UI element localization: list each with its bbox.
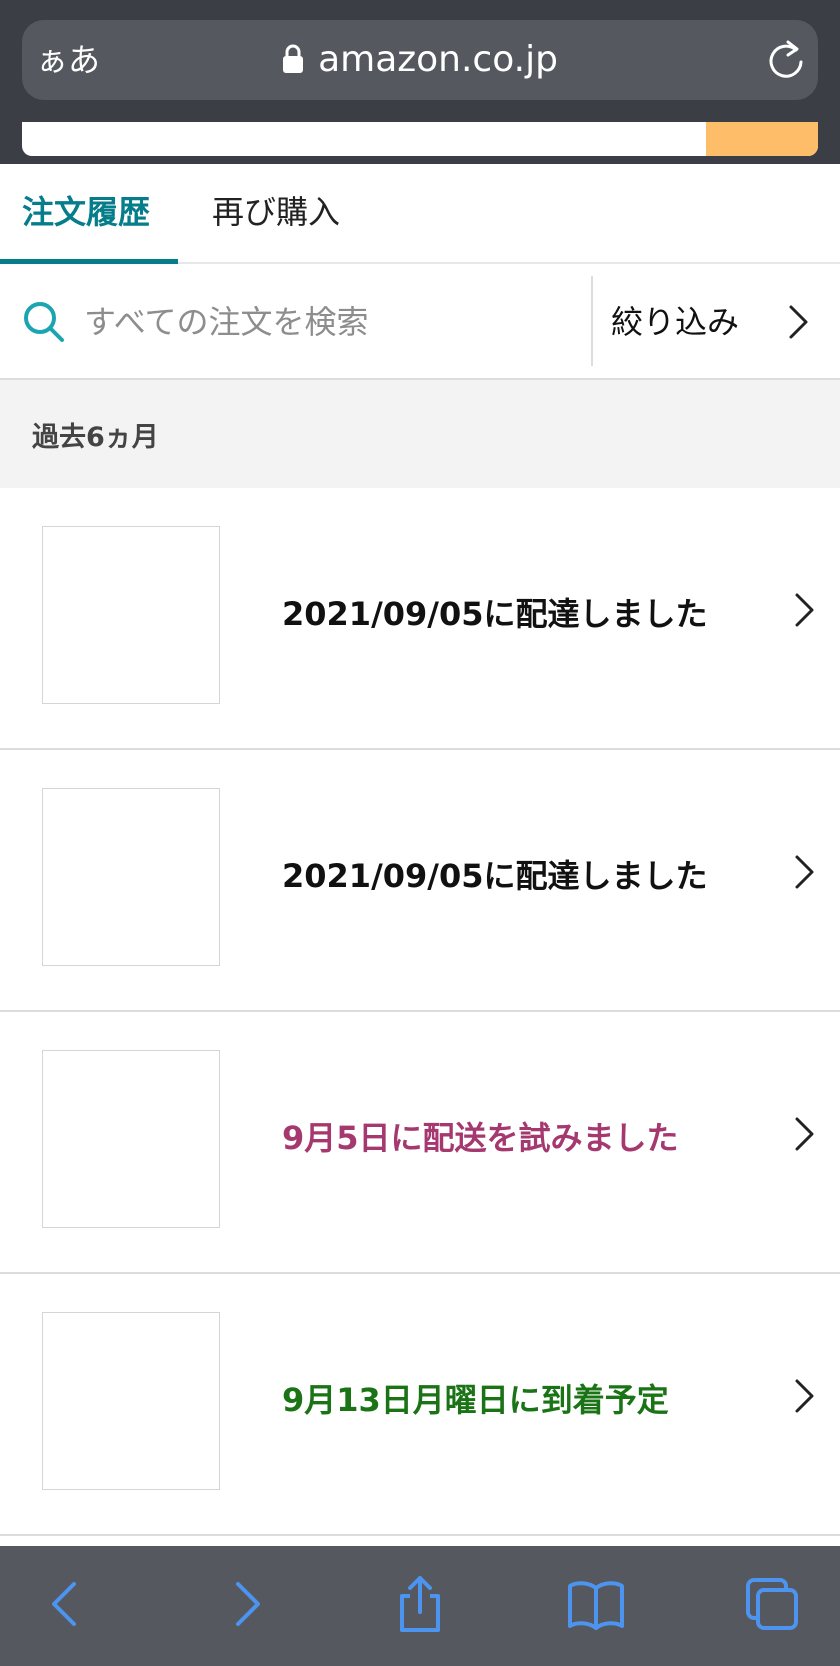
- order-search-row: 絞り込み: [0, 264, 840, 380]
- product-thumbnail: [42, 1312, 220, 1490]
- back-icon[interactable]: [36, 1574, 96, 1634]
- tab-order-history[interactable]: 注文履歴: [22, 190, 150, 234]
- chevron-right-icon: [795, 593, 814, 627]
- tab-label: 注文履歴: [22, 193, 151, 231]
- product-thumbnail: [42, 788, 220, 966]
- order-row[interactable]: 9月5日に配送を試みました: [0, 1012, 840, 1274]
- browser-top-bar: ぁあ amazon.co.jp: [0, 0, 840, 164]
- filter-label: 絞り込み: [611, 303, 740, 341]
- order-status: 2021/09/05に配達しました: [282, 595, 708, 633]
- filter-button[interactable]: 絞り込み: [593, 264, 840, 378]
- order-row[interactable]: 2021/09/05に配達しました: [0, 750, 840, 1012]
- tab-label: 再び購入: [212, 193, 341, 231]
- order-tabs: 注文履歴 再び購入: [0, 164, 840, 264]
- order-status: 9月13日月曜日に到着予定: [282, 1381, 669, 1419]
- site-search-bar[interactable]: [22, 122, 818, 156]
- chevron-right-icon: [795, 1379, 814, 1413]
- bookmarks-icon[interactable]: [566, 1574, 626, 1634]
- product-thumbnail: [42, 1050, 220, 1228]
- order-row[interactable]: 9月13日月曜日に到着予定: [0, 1274, 840, 1536]
- share-icon[interactable]: [390, 1574, 450, 1634]
- order-row[interactable]: 2021/09/05に配達しました: [0, 488, 840, 750]
- url-text: amazon.co.jp: [318, 39, 558, 80]
- chevron-right-icon: [789, 305, 808, 339]
- browser-toolbar: [0, 1546, 840, 1666]
- tabs-icon[interactable]: [742, 1574, 802, 1634]
- tab-buy-again[interactable]: 再び購入: [212, 190, 340, 234]
- forward-icon[interactable]: [216, 1574, 276, 1634]
- search-icon: [24, 302, 64, 342]
- chevron-right-icon: [795, 855, 814, 889]
- product-thumbnail: [42, 526, 220, 704]
- order-status: 9月5日に配送を試みました: [282, 1119, 679, 1157]
- url-display[interactable]: amazon.co.jp: [0, 38, 840, 82]
- site-search-button[interactable]: [706, 122, 818, 156]
- lock-icon: [283, 44, 304, 73]
- time-range-title: 過去6ヵ月: [32, 422, 159, 453]
- time-range-header: 過去6ヵ月: [0, 380, 840, 488]
- chevron-right-icon: [795, 1117, 814, 1151]
- order-search-input[interactable]: [84, 298, 574, 346]
- reload-icon[interactable]: [766, 38, 806, 82]
- order-status: 2021/09/05に配達しました: [282, 857, 708, 895]
